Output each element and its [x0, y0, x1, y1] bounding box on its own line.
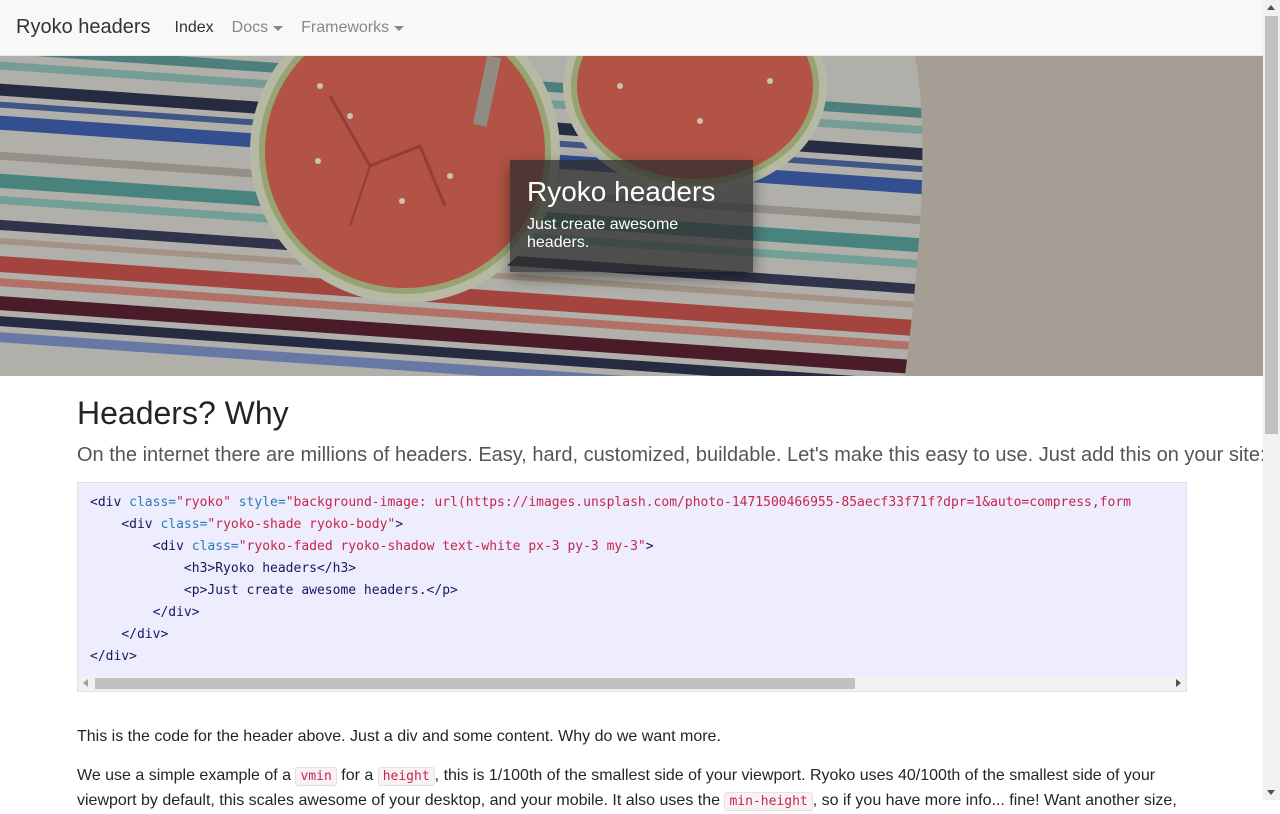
code-token: class=: [129, 495, 177, 510]
code-token: class=: [191, 539, 239, 554]
body-paragraph-vmin: We use a simple example of a vmin for a …: [77, 764, 1187, 814]
code-line: </div>: [90, 649, 137, 664]
code-token: "background-image: url(https://images.un…: [285, 495, 1131, 510]
inline-code: height: [377, 767, 435, 786]
code-token: >: [645, 539, 654, 554]
page-title: Headers? Why: [77, 395, 289, 431]
code-listing: <div class="ryoko" style="background-ima…: [78, 483, 1186, 677]
nav-item-index[interactable]: Index: [175, 19, 214, 37]
code-token: <div: [121, 517, 161, 532]
main-content: Headers? Why On the internet there are m…: [77, 376, 1266, 811]
body-paragraph: This is the code for the header above. J…: [77, 728, 721, 745]
page-vertical-scrollbar[interactable]: [1263, 0, 1280, 800]
scroll-down-arrow-icon[interactable]: [1267, 790, 1275, 795]
nav-item-docs-label: Docs: [231, 18, 269, 36]
inline-code: vmin: [295, 767, 337, 786]
scroll-right-arrow-icon[interactable]: [1176, 679, 1181, 687]
code-token: >: [395, 517, 404, 532]
text-run: , so if you have more info... fine! Want…: [812, 792, 1177, 809]
inline-code: min-height: [724, 792, 813, 811]
nav-item-index-label: Index: [174, 18, 214, 36]
code-token: <div: [90, 495, 130, 510]
nav-item-frameworks-label: Frameworks: [301, 18, 390, 36]
code-line: </div>: [152, 605, 200, 620]
text-run: for a: [336, 767, 378, 784]
code-line: <h3>Ryoko headers</h3>: [183, 561, 357, 576]
navbar-brand[interactable]: Ryoko headers: [16, 16, 151, 39]
page-scrollbar-thumb[interactable]: [1265, 16, 1278, 434]
caret-down-icon: [273, 26, 284, 31]
code-line: <p>Just create awesome headers.</p>: [183, 583, 458, 598]
hero-title: Ryoko headers: [527, 176, 716, 207]
code-token: "ryoko-shade ryoko-body": [207, 517, 396, 532]
nav-item-frameworks[interactable]: Frameworks: [301, 18, 405, 37]
lead-paragraph: On the internet there are millions of he…: [77, 444, 1266, 466]
code-horizontal-scrollbar[interactable]: [78, 676, 1186, 691]
scroll-up-arrow-icon[interactable]: [1267, 5, 1275, 10]
code-token: <div: [152, 539, 192, 554]
text-run: We use a simple example of a: [77, 767, 296, 784]
code-token: "ryoko": [176, 495, 231, 510]
hero-caption-box: Ryoko headers Just create awesome header…: [510, 160, 753, 272]
hero-subtitle: Just create awesome headers.: [527, 216, 679, 251]
code-scrollbar-thumb[interactable]: [95, 678, 855, 689]
code-token: "ryoko-faded ryoko-shadow text-white px-…: [238, 539, 646, 554]
code-line: </div>: [121, 627, 169, 642]
top-navbar: Ryoko headers Index Docs Frameworks: [0, 0, 1263, 56]
hero-header: Ryoko headers Just create awesome header…: [0, 56, 1263, 376]
scroll-left-arrow-icon[interactable]: [83, 679, 88, 687]
code-block[interactable]: <div class="ryoko" style="background-ima…: [77, 482, 1187, 692]
code-token: class=: [160, 517, 208, 532]
nav-item-docs[interactable]: Docs: [231, 18, 284, 37]
code-token: style=: [230, 495, 286, 510]
caret-down-icon: [394, 26, 405, 31]
